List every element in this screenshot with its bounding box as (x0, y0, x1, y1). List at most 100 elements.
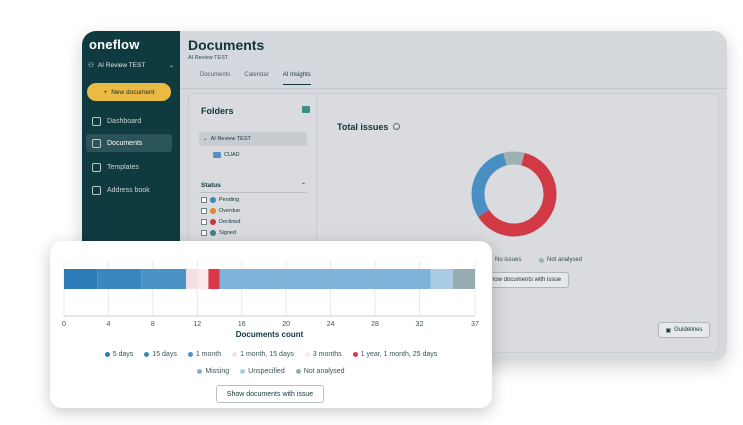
templates-icon (92, 162, 101, 172)
declined-status-icon (210, 219, 216, 225)
bar-segment[interactable] (219, 269, 431, 289)
chevron-down-icon: ⌄ (168, 62, 174, 69)
bar-segment[interactable] (141, 269, 187, 289)
legend-not-analysed: Not analysed (539, 257, 582, 263)
info-icon[interactable] (393, 123, 400, 130)
bar-segment[interactable] (430, 269, 453, 289)
checkbox[interactable] (201, 208, 207, 214)
legend-dot (539, 257, 544, 263)
tab-ai-insights[interactable]: AI Insights (282, 72, 311, 85)
stacked-bar-chart: 0 4 8 12 16 20 24 28 32 37 Documents count (62, 261, 479, 339)
status-filter-pending[interactable]: Pending (201, 197, 239, 203)
sidebar-item-documents[interactable]: Documents (86, 134, 172, 152)
issues-donut-chart (471, 151, 557, 237)
legend-item[interactable]: Not analysed (295, 368, 345, 375)
legend-item[interactable]: 15 days (144, 351, 177, 358)
x-tick-label: 4 (106, 321, 110, 328)
chevron-down-icon: ⌄ (203, 136, 208, 142)
bar-segment[interactable] (208, 269, 220, 289)
bar-segment[interactable] (64, 269, 98, 289)
legend-item[interactable]: 5 days (104, 351, 134, 358)
x-tick-label: 32 (416, 321, 424, 328)
folder-label: AI Review TEST (210, 136, 251, 142)
add-folder-icon[interactable] (302, 106, 310, 113)
chart-legend-row-1: 5 days 15 days 1 month 1 month, 15 days 3 mo… (50, 351, 492, 358)
top-bar: Documents AI Review TEST Documents Calen… (180, 31, 727, 89)
sidebar-item-label: Address book (107, 186, 150, 194)
legend-dot (187, 352, 193, 357)
sidebar-item-label: Templates (107, 163, 139, 171)
legend-item[interactable]: 1 year, 1 month, 25 days (352, 351, 437, 358)
donut-slice[interactable] (471, 152, 507, 217)
total-issues-title: Total issues (337, 122, 389, 132)
bar-segment[interactable] (452, 269, 475, 289)
status-filter-declined[interactable]: Declined (201, 219, 240, 225)
legend-label: 1 month (195, 351, 222, 358)
legend-item[interactable]: 1 month (187, 351, 222, 358)
issues-breakdown-card: 0 4 8 12 16 20 24 28 32 37 Documents count 5 days 1… (50, 241, 492, 408)
sidebar-item-templates[interactable]: Templates (86, 158, 172, 176)
donut-slice[interactable] (503, 151, 525, 166)
chevron-up-icon[interactable]: ⌃ (301, 182, 306, 189)
legend-label: Not analysed (303, 368, 345, 375)
new-document-label: New document (111, 88, 155, 96)
guidelines-button[interactable]: ▣ Guidelines (658, 322, 710, 338)
folder-item-cuad[interactable]: CUAD (213, 152, 240, 158)
x-tick-label: 12 (193, 321, 201, 328)
checkbox[interactable] (201, 230, 207, 236)
show-documents-with-issue-button[interactable]: how documents with issue (483, 272, 569, 288)
pending-status-icon (210, 197, 216, 203)
legend-dot (240, 369, 246, 374)
workspace-icon: ⚇ (88, 62, 94, 69)
status-label: Overdue (219, 208, 241, 214)
legend-item[interactable]: 1 month, 15 days (232, 351, 294, 358)
folder-item-root[interactable]: ⌄ AI Review TEST (199, 132, 307, 146)
x-tick-label: 16 (238, 321, 246, 328)
legend-label: Missing (205, 368, 230, 375)
show-documents-with-issue-button[interactable]: Show documents with issue (216, 385, 324, 403)
checkbox[interactable] (201, 219, 207, 225)
x-tick-label: 24 (327, 321, 335, 328)
legend-dot (197, 369, 203, 374)
legend-label: 15 days (152, 351, 177, 358)
documents-icon (92, 138, 101, 148)
x-tick-label: 28 (371, 321, 379, 328)
tab-documents[interactable]: Documents (200, 72, 230, 85)
legend-item[interactable]: 3 months (304, 351, 342, 358)
legend-label: 3 months (312, 351, 342, 358)
legend-label: Unspecified (248, 368, 285, 375)
bar-segment[interactable] (97, 269, 142, 289)
legend-label: 5 days (112, 351, 134, 358)
folders-title: Folders (201, 106, 234, 116)
address-book-icon (92, 185, 101, 195)
page-title: Documents (188, 37, 265, 53)
sidebar-item-dashboard[interactable]: Dashboard (86, 112, 172, 130)
legend-dot (295, 369, 301, 374)
legend-dot (144, 352, 150, 357)
legend-no-issues: No issues (487, 257, 521, 263)
x-axis-label: Documents count (236, 330, 304, 339)
x-tick-label: 20 (282, 321, 290, 328)
chart-legend-row-2: Missing Unspecified Not analysed (50, 368, 492, 375)
dashboard-icon (92, 116, 101, 126)
app-logo: oneflow (89, 37, 140, 52)
sidebar-item-address-book[interactable]: Address book (86, 181, 172, 199)
status-filter-overdue[interactable]: Overdue (201, 208, 240, 214)
x-tick-label: 8 (151, 321, 155, 328)
breadcrumb[interactable]: AI Review TEST (188, 55, 228, 61)
status-filter-signed[interactable]: Signed (201, 230, 236, 236)
checkbox[interactable] (201, 197, 207, 203)
x-tick-label: 0 (62, 321, 66, 328)
new-document-button[interactable]: + New document (87, 83, 171, 101)
legend-item[interactable]: Missing (197, 368, 229, 375)
legend-dot (104, 352, 110, 357)
workspace-selector[interactable]: ⚇ AI Review TEST ⌄ (88, 61, 174, 70)
legend-label: Not analysed (547, 257, 583, 263)
workspace-name: AI Review TEST (97, 61, 146, 69)
bar-segment[interactable] (186, 269, 198, 289)
legend-dot (352, 352, 358, 357)
x-tick-label: 37 (471, 321, 479, 328)
bar-segment[interactable] (197, 269, 209, 289)
tab-calendar[interactable]: Calendar (244, 72, 268, 85)
legend-item[interactable]: Unspecified (240, 368, 285, 375)
